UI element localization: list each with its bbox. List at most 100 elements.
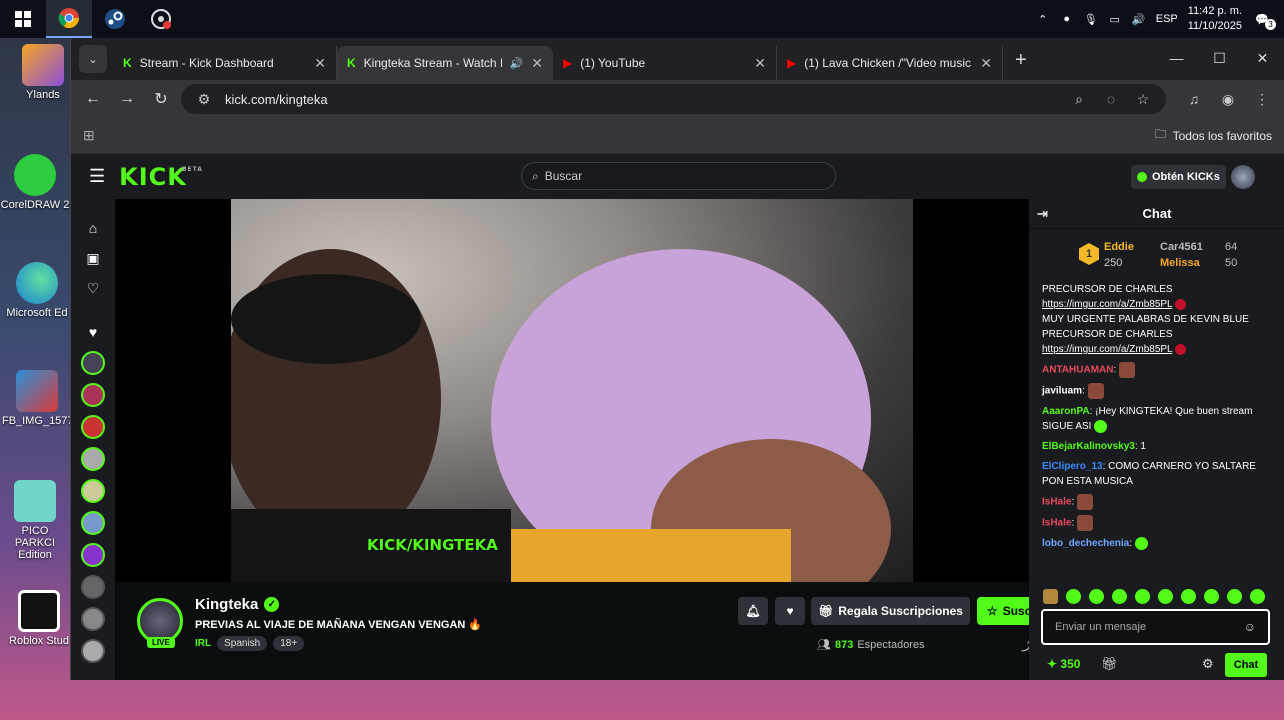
bookmark-star-icon[interactable]: ☆	[1132, 91, 1154, 108]
channel-points[interactable]: ✦ 350	[1047, 657, 1080, 671]
forward-button[interactable]: →	[113, 85, 141, 113]
language-indicator[interactable]: ESP	[1156, 13, 1178, 25]
volume-icon[interactable]: 🔊	[1132, 12, 1146, 26]
followed-channel-avatar[interactable]	[81, 575, 105, 599]
emoji-picker-icon[interactable]: ☺	[1244, 620, 1256, 634]
notifications-icon[interactable]: 💬 3	[1252, 12, 1276, 30]
follow-heart-button[interactable]: ♥	[775, 597, 805, 625]
followed-channel-avatar[interactable]	[81, 543, 105, 567]
chat-username[interactable]: AaaronPA	[1042, 406, 1090, 417]
desktop-icon-fb-img[interactable]: FB_IMG_1577	[2, 370, 72, 427]
video-player[interactable]: KICK/KINGTEKA	[115, 199, 1029, 582]
message-link[interactable]: https://imgur.com/a/Zmb85PL	[1042, 344, 1172, 355]
emote-button[interactable]	[1227, 589, 1242, 604]
emote-button[interactable]	[1043, 589, 1058, 604]
home-icon[interactable]: ⌂	[89, 213, 97, 243]
get-kicks-button[interactable]: Obtén KICKs	[1131, 165, 1226, 189]
notification-bell-button[interactable]: 🔔︎	[738, 597, 768, 625]
kick-logo[interactable]: KICK BETA	[119, 163, 202, 191]
category-link[interactable]: IRL	[195, 638, 211, 649]
emote-button[interactable]	[1158, 589, 1173, 604]
microphone-icon[interactable]: 🎙	[1084, 12, 1098, 26]
chat-username[interactable]: javiluam	[1042, 386, 1082, 397]
tab-kick-dashboard[interactable]: K Stream - Kick Dashboard ✕	[113, 46, 337, 80]
taskbar-chrome[interactable]	[46, 0, 92, 38]
eye-off-icon[interactable]: ◌	[1100, 91, 1122, 107]
reload-button[interactable]: ↻	[147, 85, 175, 113]
followed-channel-avatar[interactable]	[81, 607, 105, 631]
followed-channel-avatar[interactable]	[81, 415, 105, 439]
search-input[interactable]: ⌕ Buscar	[521, 162, 836, 190]
tab-youtube[interactable]: ▶ (1) YouTube ✕	[553, 46, 777, 80]
followed-channel-avatar[interactable]	[81, 383, 105, 407]
leaderboard-name[interactable]: Melissa	[1160, 257, 1200, 269]
zoom-icon[interactable]: ⌕	[1068, 91, 1090, 108]
emote-button[interactable]	[1204, 589, 1219, 604]
emote-button[interactable]	[1250, 589, 1265, 604]
collapse-chat-icon[interactable]: ⇥	[1037, 206, 1048, 222]
user-avatar[interactable]	[1231, 165, 1255, 189]
all-bookmarks-button[interactable]: 🗀 Todos los favoritos	[1155, 125, 1272, 146]
streamer-name[interactable]: Kingteka	[195, 596, 258, 613]
close-window-button[interactable]: ✕	[1241, 38, 1284, 78]
desktop-icon-ylands[interactable]: Ylands	[8, 44, 78, 101]
desktop-icon-roblox-studio[interactable]: Roblox Stud	[4, 590, 74, 647]
emote-button[interactable]	[1181, 589, 1196, 604]
followed-channel-avatar[interactable]	[81, 639, 105, 663]
speaker-icon[interactable]: 🔊	[510, 57, 524, 70]
tag-badge[interactable]: Spanish	[217, 636, 268, 651]
chat-username[interactable]: lobo_dechechenia	[1042, 538, 1129, 549]
profile-avatar-icon[interactable]: ◉	[1214, 91, 1242, 108]
media-control-icon[interactable]: ♫	[1180, 91, 1208, 107]
new-tab-button[interactable]: +	[1015, 49, 1027, 72]
clock[interactable]: 11:42 p. m. 11/10/2025	[1188, 4, 1242, 34]
chevron-up-icon[interactable]: ⌃	[1036, 12, 1050, 26]
chat-username[interactable]: ElClipero_13	[1042, 461, 1103, 472]
minimize-button[interactable]: —	[1155, 38, 1198, 78]
tab-kingteka-stream[interactable]: K Kingteka Stream - Watch Live 🔊 ✕	[337, 46, 553, 80]
apps-grid-icon[interactable]: ⊞	[83, 127, 95, 144]
chat-username[interactable]: ElBejarKalinovsky3	[1042, 441, 1135, 452]
chat-username[interactable]: IsHale	[1042, 518, 1071, 529]
close-tab-icon[interactable]: ✕	[314, 55, 326, 72]
maximize-button[interactable]: ☐	[1198, 38, 1241, 78]
gift-subs-button[interactable]: 🎁︎ Regala Suscripciones	[811, 597, 970, 625]
followed-channel-avatar[interactable]	[81, 351, 105, 375]
desktop-icon-coreldraw[interactable]: CorelDRAW 2	[0, 154, 70, 211]
send-chat-button[interactable]: Chat	[1225, 653, 1267, 677]
taskbar-steam[interactable]	[92, 0, 138, 38]
following-heart-icon[interactable]: ♡	[87, 273, 100, 303]
close-tab-icon[interactable]: ✕	[754, 55, 766, 72]
start-button[interactable]	[0, 0, 46, 38]
steam-tray-icon[interactable]: ●	[1060, 12, 1074, 26]
desktop-icon-pico-park[interactable]: PICO PARKCI Edition	[0, 480, 70, 561]
leaderboard-name[interactable]: Eddie	[1104, 241, 1134, 253]
emote-button[interactable]	[1135, 589, 1150, 604]
taskbar-recorder[interactable]	[138, 0, 184, 38]
followed-channel-avatar[interactable]	[81, 511, 105, 535]
tag-badge[interactable]: 18+	[273, 636, 305, 651]
address-bar[interactable]: ⚙ kick.com/kingteka ⌕ ◌ ☆	[181, 84, 1166, 114]
back-button[interactable]: ←	[79, 85, 107, 113]
leaderboard-name[interactable]: Car4561	[1160, 241, 1203, 253]
hamburger-menu-icon[interactable]: ☰	[89, 166, 105, 187]
tab-search-button[interactable]: ⌄	[79, 45, 107, 73]
menu-kebab-icon[interactable]: ⋮	[1248, 91, 1276, 108]
emote-button[interactable]	[1112, 589, 1127, 604]
close-tab-icon[interactable]: ✕	[980, 55, 992, 72]
close-tab-icon[interactable]: ✕	[531, 55, 543, 72]
browse-icon[interactable]: ▣	[86, 243, 99, 273]
chat-gift-icon[interactable]: 🎁︎	[1101, 656, 1118, 672]
desktop-icon-edge[interactable]: Microsoft Ed	[2, 262, 72, 319]
network-icon[interactable]: ▭	[1108, 12, 1122, 26]
chat-message-input[interactable]: Enviar un mensaje ☺	[1041, 609, 1270, 645]
message-link[interactable]: https://imgur.com/a/Zmb85PL	[1042, 299, 1172, 310]
chat-username[interactable]: ANTAHUAMAN	[1042, 365, 1113, 376]
followed-channel-avatar[interactable]	[81, 447, 105, 471]
followed-channel-avatar[interactable]	[81, 479, 105, 503]
chat-settings-gear-icon[interactable]: ⚙	[1202, 656, 1214, 672]
chat-username[interactable]: IsHale	[1042, 497, 1071, 508]
tab-lava-chicken[interactable]: ▶ (1) Lava Chicken /"Video music ✕	[777, 46, 1003, 80]
emote-button[interactable]	[1066, 589, 1081, 604]
emote-button[interactable]	[1089, 589, 1104, 604]
